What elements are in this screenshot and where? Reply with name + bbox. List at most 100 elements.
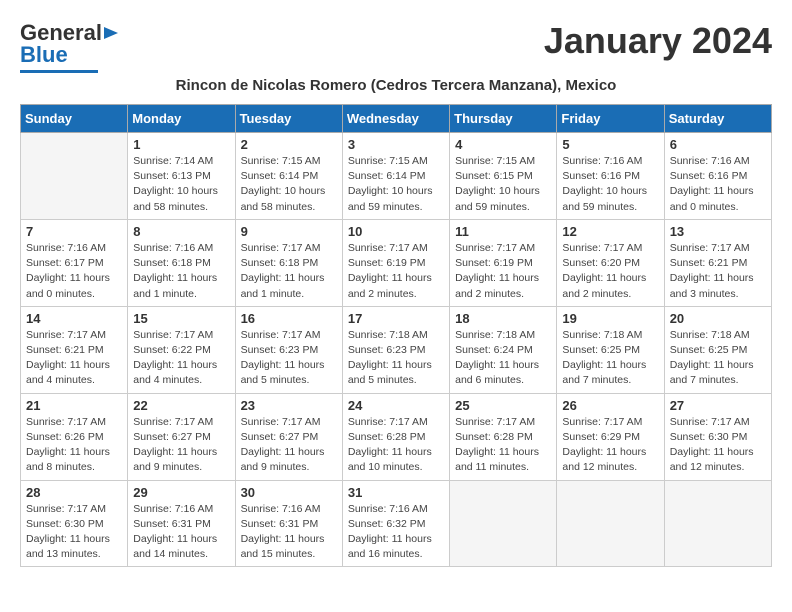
day-number: 29: [133, 485, 229, 500]
day-info: Sunrise: 7:17 AM Sunset: 6:30 PM Dayligh…: [670, 415, 766, 476]
calendar-cell: 3 Sunrise: 7:15 AM Sunset: 6:14 PM Daylig…: [342, 133, 449, 220]
day-info: Sunrise: 7:16 AM Sunset: 6:16 PM Dayligh…: [562, 154, 658, 215]
day-number: 27: [670, 398, 766, 413]
day-number: 5: [562, 137, 658, 152]
day-number: 20: [670, 311, 766, 326]
day-info: Sunrise: 7:17 AM Sunset: 6:21 PM Dayligh…: [26, 328, 122, 389]
day-number: 15: [133, 311, 229, 326]
logo: General Blue: [20, 20, 124, 73]
calendar-cell: 24 Sunrise: 7:17 AM Sunset: 6:28 PM Dayli…: [342, 393, 449, 480]
day-number: 25: [455, 398, 551, 413]
day-info: Sunrise: 7:17 AM Sunset: 6:26 PM Dayligh…: [26, 415, 122, 476]
month-title: January 2024: [544, 20, 772, 62]
day-number: 23: [241, 398, 337, 413]
calendar-cell: [557, 480, 664, 567]
day-number: 7: [26, 224, 122, 239]
calendar-cell: 26Sunrise: 7:17 AM Sunset: 6:29 PM Dayli…: [557, 393, 664, 480]
day-info: Sunrise: 7:17 AM Sunset: 6:21 PM Dayligh…: [670, 241, 766, 302]
day-number: 8: [133, 224, 229, 239]
calendar-cell: 2 Sunrise: 7:15 AM Sunset: 6:14 PM Daylig…: [235, 133, 342, 220]
calendar-cell: 6 Sunrise: 7:16 AM Sunset: 6:16 PM Daylig…: [664, 133, 771, 220]
calendar-cell: 18Sunrise: 7:18 AM Sunset: 6:24 PM Dayli…: [450, 306, 557, 393]
calendar-cell: 30 Sunrise: 7:16 AM Sunset: 6:31 PM Dayli…: [235, 480, 342, 567]
col-monday: Monday: [128, 105, 235, 133]
col-saturday: Saturday: [664, 105, 771, 133]
calendar-cell: 20 Sunrise: 7:18 AM Sunset: 6:25 PM Dayli…: [664, 306, 771, 393]
calendar-cell: 7 Sunrise: 7:16 AM Sunset: 6:17 PM Daylig…: [21, 219, 128, 306]
col-tuesday: Tuesday: [235, 105, 342, 133]
logo-blue: Blue: [20, 42, 68, 68]
day-info: Sunrise: 7:15 AM Sunset: 6:14 PM Dayligh…: [241, 154, 337, 215]
day-info: Sunrise: 7:17 AM Sunset: 6:27 PM Dayligh…: [241, 415, 337, 476]
logo-arrow-icon: [104, 23, 124, 43]
day-info: Sunrise: 7:16 AM Sunset: 6:32 PM Dayligh…: [348, 502, 444, 563]
day-number: 30: [241, 485, 337, 500]
calendar-cell: 25 Sunrise: 7:17 AM Sunset: 6:28 PM Dayli…: [450, 393, 557, 480]
calendar-cell: 9Sunrise: 7:17 AM Sunset: 6:18 PM Daylig…: [235, 219, 342, 306]
calendar-cell: 10Sunrise: 7:17 AM Sunset: 6:19 PM Dayli…: [342, 219, 449, 306]
day-info: Sunrise: 7:17 AM Sunset: 6:27 PM Dayligh…: [133, 415, 229, 476]
day-number: 22: [133, 398, 229, 413]
day-info: Sunrise: 7:18 AM Sunset: 6:23 PM Dayligh…: [348, 328, 444, 389]
calendar-cell: 13 Sunrise: 7:17 AM Sunset: 6:21 PM Dayli…: [664, 219, 771, 306]
day-info: Sunrise: 7:17 AM Sunset: 6:22 PM Dayligh…: [133, 328, 229, 389]
calendar-cell: 15 Sunrise: 7:17 AM Sunset: 6:22 PM Dayli…: [128, 306, 235, 393]
calendar-cell: 12 Sunrise: 7:17 AM Sunset: 6:20 PM Dayli…: [557, 219, 664, 306]
calendar-cell: 23 Sunrise: 7:17 AM Sunset: 6:27 PM Dayli…: [235, 393, 342, 480]
calendar-cell: 19 Sunrise: 7:18 AM Sunset: 6:25 PM Dayli…: [557, 306, 664, 393]
day-info: Sunrise: 7:17 AM Sunset: 6:20 PM Dayligh…: [562, 241, 658, 302]
day-number: 3: [348, 137, 444, 152]
calendar-cell: 21 Sunrise: 7:17 AM Sunset: 6:26 PM Dayli…: [21, 393, 128, 480]
day-info: Sunrise: 7:15 AM Sunset: 6:14 PM Dayligh…: [348, 154, 444, 215]
col-thursday: Thursday: [450, 105, 557, 133]
day-info: Sunrise: 7:16 AM Sunset: 6:17 PM Dayligh…: [26, 241, 122, 302]
day-number: 24: [348, 398, 444, 413]
day-info: Sunrise: 7:17 AM Sunset: 6:28 PM Dayligh…: [455, 415, 551, 476]
day-info: Sunrise: 7:14 AM Sunset: 6:13 PM Dayligh…: [133, 154, 229, 215]
calendar-cell: 5 Sunrise: 7:16 AM Sunset: 6:16 PM Daylig…: [557, 133, 664, 220]
day-info: Sunrise: 7:16 AM Sunset: 6:31 PM Dayligh…: [133, 502, 229, 563]
day-info: Sunrise: 7:17 AM Sunset: 6:28 PM Dayligh…: [348, 415, 444, 476]
day-info: Sunrise: 7:15 AM Sunset: 6:15 PM Dayligh…: [455, 154, 551, 215]
calendar-cell: [450, 480, 557, 567]
calendar-cell: [664, 480, 771, 567]
calendar-cell: 14 Sunrise: 7:17 AM Sunset: 6:21 PM Dayli…: [21, 306, 128, 393]
calendar-cell: 8 Sunrise: 7:16 AM Sunset: 6:18 PM Daylig…: [128, 219, 235, 306]
day-number: 10: [348, 224, 444, 239]
day-number: 31: [348, 485, 444, 500]
col-friday: Friday: [557, 105, 664, 133]
day-number: 1: [133, 137, 229, 152]
day-number: 28: [26, 485, 122, 500]
calendar-cell: 31 Sunrise: 7:16 AM Sunset: 6:32 PM Dayli…: [342, 480, 449, 567]
day-number: 11: [455, 224, 551, 239]
calendar-table: SundayMondayTuesdayWednesdayThursdayFrid…: [20, 104, 772, 567]
day-number: 2: [241, 137, 337, 152]
calendar-cell: 27 Sunrise: 7:17 AM Sunset: 6:30 PM Dayli…: [664, 393, 771, 480]
day-number: 18: [455, 311, 551, 326]
calendar-cell: 11Sunrise: 7:17 AM Sunset: 6:19 PM Dayli…: [450, 219, 557, 306]
day-info: Sunrise: 7:16 AM Sunset: 6:18 PM Dayligh…: [133, 241, 229, 302]
logo-underline: [20, 70, 98, 73]
calendar-cell: 29 Sunrise: 7:16 AM Sunset: 6:31 PM Dayli…: [128, 480, 235, 567]
day-number: 14: [26, 311, 122, 326]
day-number: 13: [670, 224, 766, 239]
day-number: 6: [670, 137, 766, 152]
calendar-cell: 28 Sunrise: 7:17 AM Sunset: 6:30 PM Dayli…: [21, 480, 128, 567]
day-info: Sunrise: 7:17 AM Sunset: 6:30 PM Dayligh…: [26, 502, 122, 563]
day-number: 21: [26, 398, 122, 413]
day-info: Sunrise: 7:18 AM Sunset: 6:25 PM Dayligh…: [562, 328, 658, 389]
day-info: Sunrise: 7:16 AM Sunset: 6:16 PM Dayligh…: [670, 154, 766, 215]
calendar-cell: 16Sunrise: 7:17 AM Sunset: 6:23 PM Dayli…: [235, 306, 342, 393]
day-info: Sunrise: 7:16 AM Sunset: 6:31 PM Dayligh…: [241, 502, 337, 563]
calendar-cell: 4Sunrise: 7:15 AM Sunset: 6:15 PM Daylig…: [450, 133, 557, 220]
day-info: Sunrise: 7:17 AM Sunset: 6:18 PM Dayligh…: [241, 241, 337, 302]
day-info: Sunrise: 7:18 AM Sunset: 6:25 PM Dayligh…: [670, 328, 766, 389]
col-wednesday: Wednesday: [342, 105, 449, 133]
calendar-cell: 17Sunrise: 7:18 AM Sunset: 6:23 PM Dayli…: [342, 306, 449, 393]
day-number: 26: [562, 398, 658, 413]
day-number: 12: [562, 224, 658, 239]
calendar-cell: 1 Sunrise: 7:14 AM Sunset: 6:13 PM Daylig…: [128, 133, 235, 220]
day-number: 19: [562, 311, 658, 326]
location-title: Rincon de Nicolas Romero (Cedros Tercera…: [20, 77, 772, 94]
day-number: 16: [241, 311, 337, 326]
